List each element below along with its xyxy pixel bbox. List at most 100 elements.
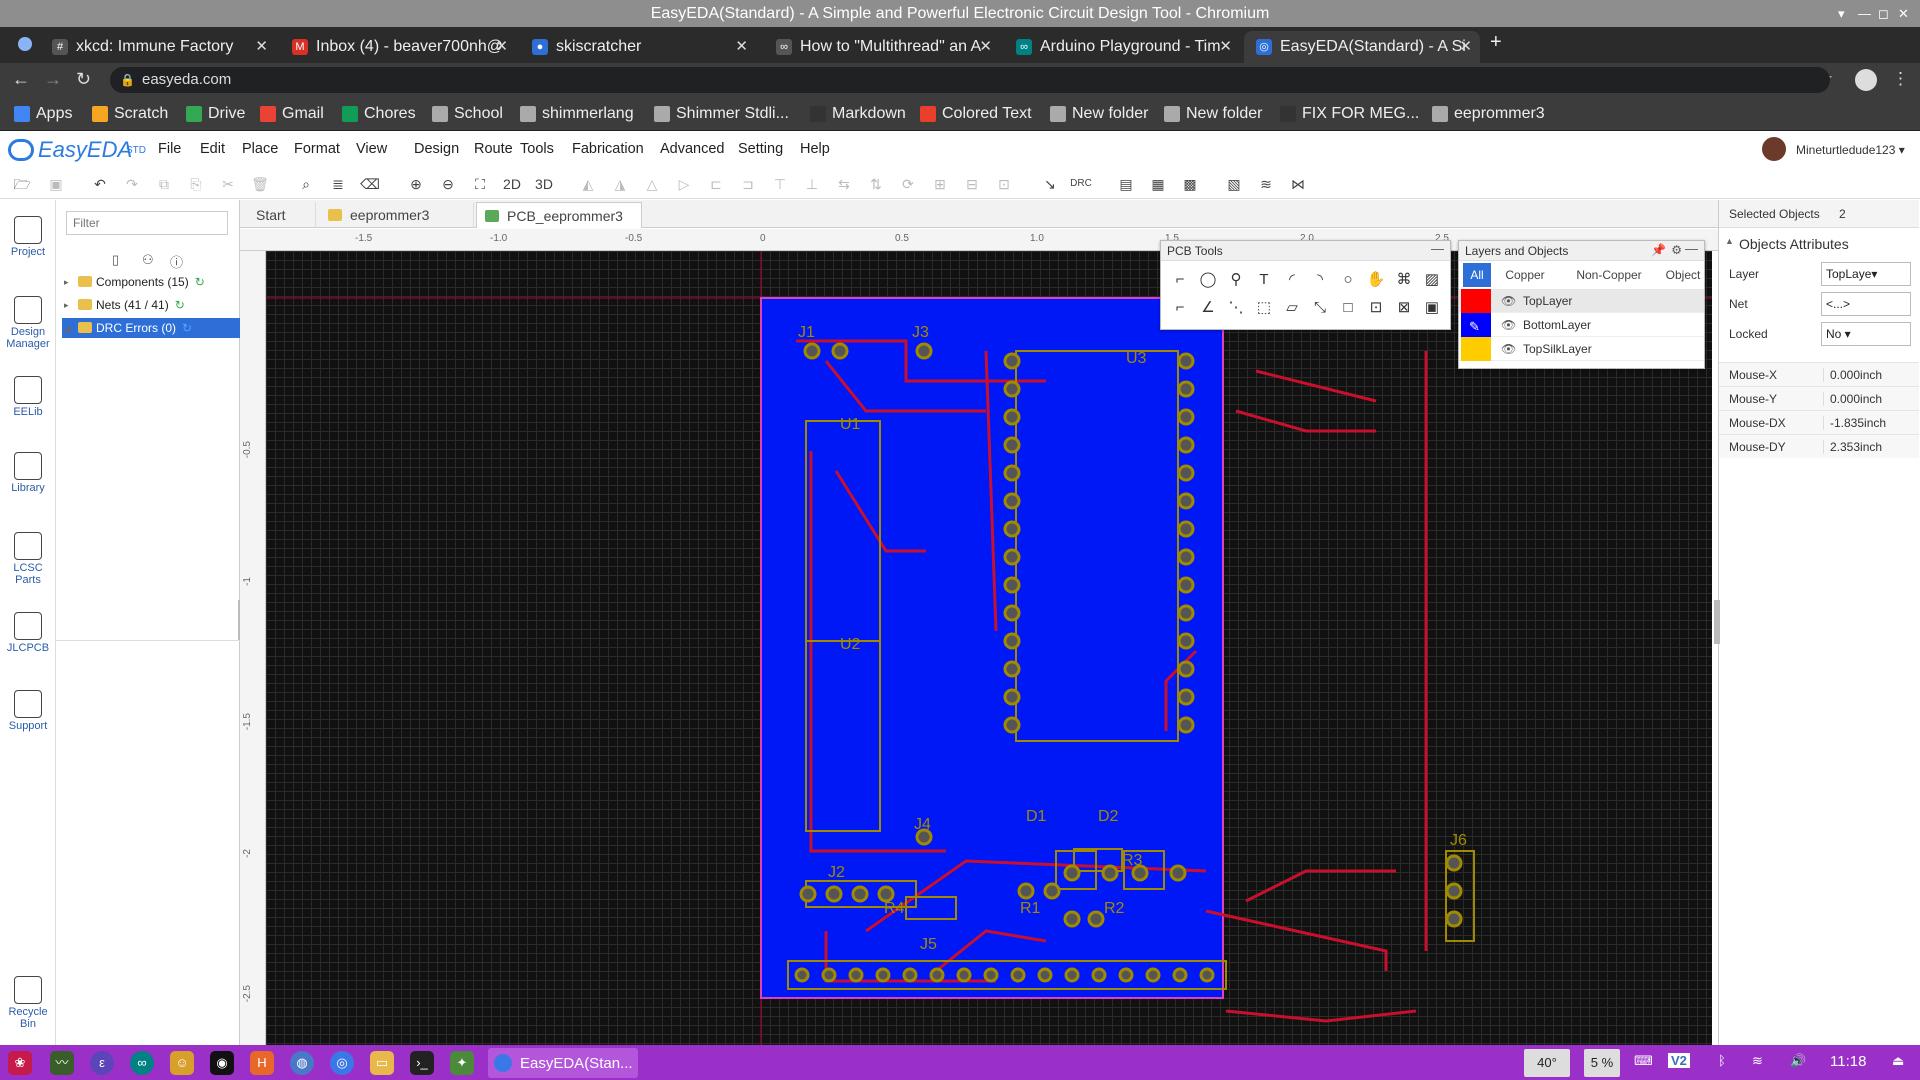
layer-tab-all[interactable]: All <box>1463 263 1491 287</box>
bookmark-item[interactable]: Gmail <box>260 103 324 125</box>
tree-item[interactable]: ▸ Nets (41 / 41) ↻ <box>62 295 185 315</box>
rail-eelib[interactable]: EELib <box>0 376 56 418</box>
prop-value-locked[interactable]: No ▾ <box>1821 322 1911 346</box>
bookmark-item[interactable]: Shimmer Stdli... <box>654 103 789 125</box>
solid-region-icon[interactable]: ⬚ <box>1253 297 1275 319</box>
menu-advanced[interactable]: Advanced <box>660 141 725 157</box>
file-manager-icon[interactable]: ▭ <box>370 1051 394 1075</box>
bookmark-item[interactable]: School <box>432 103 503 125</box>
address-bar[interactable]: 🔒 easyeda.com <box>110 67 1830 93</box>
undo-icon[interactable]: ↶ <box>90 174 110 194</box>
flip-v-icon[interactable]: ⇅ <box>866 174 886 194</box>
distribute-v-icon[interactable]: ⊥ <box>802 174 822 194</box>
tab-close-icon[interactable]: ✕ <box>735 31 748 63</box>
menu-format[interactable]: Format <box>294 141 340 157</box>
eye-icon[interactable]: 👁 <box>1501 289 1516 313</box>
tree-expand-icon[interactable]: ▸ <box>64 272 69 292</box>
measure-icon[interactable]: ⤡ <box>1309 297 1331 319</box>
view-2d-button[interactable]: 2D <box>500 174 524 194</box>
tab-close-icon[interactable]: ✕ <box>495 31 508 63</box>
globe-icon[interactable]: ◍ <box>290 1051 314 1075</box>
prop-value-net[interactable]: <...> <box>1821 292 1911 316</box>
eject-icon[interactable]: ⏏ <box>1892 1053 1904 1069</box>
browser-tab[interactable]: M Inbox (4) - beaver700nh@ ✕ <box>280 31 516 63</box>
layers-icon[interactable]: ≋ <box>1256 174 1276 194</box>
rail-jlcpcb[interactable]: JLCPCB <box>0 612 56 654</box>
layer-tab-copper[interactable]: Copper <box>1495 263 1555 287</box>
track-icon[interactable]: ⌐ <box>1169 269 1191 291</box>
pick-place-icon[interactable]: ▩ <box>1180 174 1200 194</box>
tab-close-icon[interactable]: ✕ <box>979 31 992 63</box>
monitor-app-icon[interactable]: 〰 <box>50 1051 74 1075</box>
group-icon[interactable]: ⊠ <box>1393 297 1415 319</box>
browser-tab[interactable]: ∞ How to "Multithread" an A ✕ <box>764 31 1000 63</box>
bookmark-item[interactable]: Scratch <box>92 103 168 125</box>
layer-tab-object[interactable]: Object <box>1663 263 1703 287</box>
find-replace-icon[interactable]: ≣ <box>328 174 348 194</box>
menu-place[interactable]: Place <box>242 141 278 157</box>
menu-route[interactable]: Route <box>474 141 513 157</box>
menu-edit[interactable]: Edit <box>200 141 225 157</box>
keyboard-icon[interactable]: ⌨ <box>1634 1053 1653 1069</box>
route-icon[interactable]: ↘ <box>1040 174 1060 194</box>
browser-tab[interactable]: ∞ Arduino Playground - Tim ✕ <box>1004 31 1240 63</box>
section-collapse-icon[interactable]: ▲ <box>1725 236 1734 246</box>
share-icon[interactable]: ⋈ <box>1288 174 1308 194</box>
doc-tab-eeprommer3[interactable]: eeprommer3 <box>320 202 474 228</box>
bookmark-item[interactable]: shimmerlang <box>520 103 634 125</box>
layer-color-swatch[interactable] <box>1461 289 1491 313</box>
filter-input[interactable] <box>66 211 228 235</box>
tab-close-icon[interactable]: ✕ <box>1459 31 1472 63</box>
rail-library[interactable]: Library <box>0 452 56 494</box>
bookmark-item[interactable]: Markdown <box>810 103 906 125</box>
align-right-icon[interactable]: ◮ <box>610 174 630 194</box>
bookmark-item[interactable]: eeprommer3 <box>1432 103 1545 125</box>
pcb-canvas[interactable]: J1 J3 U1 U3 U2 D1 D2 J4 J6 J2 R3 R1 R2 R4 J5 <box>266 251 1712 1045</box>
distribute-h-icon[interactable]: ⊤ <box>770 174 790 194</box>
dimension-icon[interactable]: ∠ <box>1197 297 1219 319</box>
line-icon[interactable]: ⌐ <box>1169 297 1191 319</box>
refresh-icon[interactable]: ↻ <box>195 275 205 289</box>
align-middle-icon[interactable]: ⊐ <box>738 174 758 194</box>
tab-search-icon[interactable] <box>18 37 32 51</box>
view-3d-button[interactable]: 3D <box>532 174 556 194</box>
scratch-icon[interactable]: ☺ <box>170 1051 194 1075</box>
menu-view[interactable]: View <box>356 141 387 157</box>
rectangle-icon[interactable]: ▱ <box>1281 297 1303 319</box>
zoom-out-icon[interactable]: ⊖ <box>438 174 458 194</box>
maximize-icon[interactable]: ◻ <box>1878 0 1889 27</box>
flip-h-icon[interactable]: ⇆ <box>834 174 854 194</box>
tree-item[interactable]: ◢ DRC Errors (0) ↻ <box>62 318 240 338</box>
group-icon[interactable]: ⊞ <box>930 174 950 194</box>
terminal-icon[interactable]: ›_ <box>410 1051 434 1075</box>
bookmark-item[interactable]: New folder <box>1164 103 1262 125</box>
layer-row[interactable]: 👁 TopSilkLayer <box>1459 337 1704 361</box>
wifi-icon[interactable]: ≋ <box>1752 1053 1763 1069</box>
arduino-icon[interactable]: ∞ <box>130 1051 154 1075</box>
user-avatar[interactable] <box>1762 137 1786 161</box>
bom-icon[interactable]: ▤ <box>1116 174 1136 194</box>
gerber-icon[interactable]: ▦ <box>1148 174 1168 194</box>
prop-value-layer[interactable]: TopLaye▾ <box>1821 262 1911 286</box>
menu-fabrication[interactable]: Fabrication <box>572 141 644 157</box>
vnc-icon[interactable]: V2 <box>1668 1053 1690 1068</box>
pcb-tools-minimize-icon[interactable]: — <box>1431 241 1444 256</box>
arc-icon[interactable]: ◜ <box>1281 269 1303 291</box>
settings-gear-icon[interactable]: ⚙ <box>1671 243 1682 257</box>
obs-icon[interactable]: ◉ <box>210 1051 234 1075</box>
rail-project[interactable]: Project <box>0 216 56 258</box>
pad-icon[interactable]: ◯ <box>1197 269 1219 291</box>
chromium-icon[interactable]: ◎ <box>330 1051 354 1075</box>
rail-lcsc-parts[interactable]: LCSC Parts <box>0 532 56 586</box>
bookmark-item[interactable]: Apps <box>14 103 72 125</box>
hand-icon[interactable]: ✋ <box>1365 269 1387 291</box>
reload-icon[interactable]: ↻ <box>76 69 91 90</box>
right-panel-handle[interactable] <box>1714 600 1720 644</box>
browser-tab[interactable]: ● skiscratcher ✕ <box>520 31 756 63</box>
menu-setting[interactable]: Setting <box>738 141 783 157</box>
back-icon[interactable]: ← <box>12 69 30 90</box>
doc-tab-start[interactable]: Start <box>246 202 316 228</box>
tab-close-icon[interactable]: ✕ <box>1219 31 1232 63</box>
via-icon[interactable]: ⚲ <box>1225 269 1247 291</box>
minimize-icon[interactable]: ▾ <box>1838 0 1845 27</box>
